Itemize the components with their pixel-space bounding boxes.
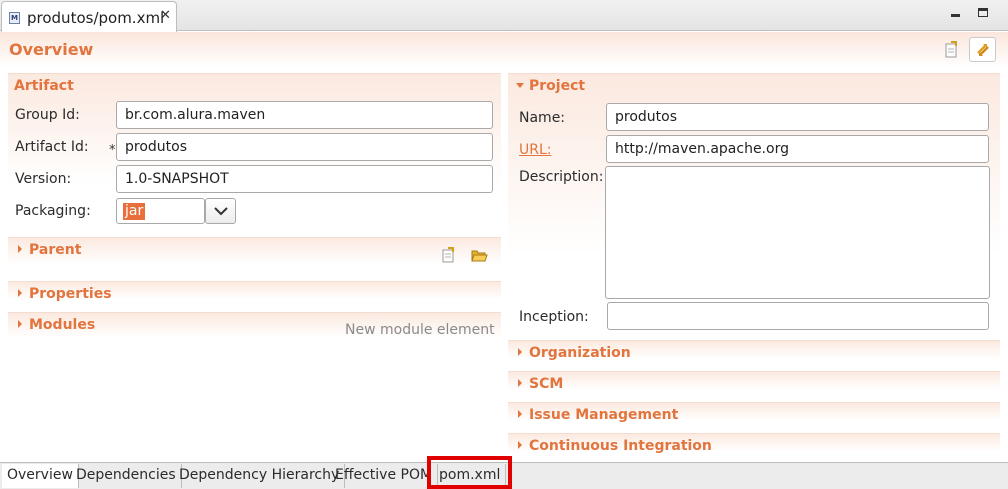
- packaging-value: jar: [123, 203, 146, 220]
- open-parent-pom-icon[interactable]: [945, 41, 959, 58]
- url-link[interactable]: URL:: [519, 142, 552, 158]
- highlight-box: [427, 456, 512, 489]
- modules-section-title: Modules: [29, 317, 96, 333]
- properties-section[interactable]: Properties: [8, 281, 501, 307]
- editor-tab-bar: M produtos/pom.xml ✕: [0, 0, 1008, 32]
- packaging-label: Packaging:: [15, 203, 91, 219]
- version-field[interactable]: 1.0-SNAPSHOT: [116, 165, 493, 193]
- description-field[interactable]: [605, 166, 990, 299]
- maximize-icon[interactable]: [978, 8, 988, 17]
- organization-section[interactable]: Organization: [508, 340, 1000, 366]
- editor-tab-title: produtos/pom.xml: [27, 9, 165, 27]
- required-marker: *: [109, 143, 116, 158]
- inception-field[interactable]: [607, 302, 989, 330]
- collapse-icon[interactable]: [516, 83, 524, 88]
- continuous-integration-section[interactable]: Continuous Integration: [508, 433, 1000, 459]
- tab-overview[interactable]: Overview: [2, 464, 79, 488]
- expand-icon: [518, 348, 522, 356]
- form-header: Overview: [0, 32, 1008, 68]
- minimize-icon[interactable]: [951, 14, 960, 17]
- tab-dependencies[interactable]: Dependencies: [71, 464, 182, 488]
- name-label: Name:: [519, 110, 566, 126]
- expand-icon: [18, 289, 22, 297]
- description-label: Description:: [519, 169, 604, 185]
- expand-icon: [18, 245, 22, 253]
- name-field[interactable]: produtos: [606, 103, 989, 131]
- maven-file-icon: M: [9, 12, 20, 24]
- properties-section-title: Properties: [29, 286, 112, 302]
- chevron-down-icon: [214, 207, 228, 216]
- inception-label: Inception:: [519, 309, 589, 325]
- synchronize-icon: [977, 44, 989, 56]
- close-icon[interactable]: ✕: [160, 8, 171, 23]
- new-module-hint[interactable]: New module element: [345, 322, 495, 338]
- group-id-label: Group Id:: [15, 107, 80, 123]
- expand-icon: [18, 320, 22, 328]
- parent-section[interactable]: Parent: [8, 237, 501, 275]
- select-parent-folder-icon[interactable]: [471, 248, 488, 262]
- expand-icon: [518, 410, 522, 418]
- artifact-id-field[interactable]: produtos: [116, 133, 493, 161]
- open-parent-icon[interactable]: [442, 247, 456, 263]
- page-title: Overview: [9, 40, 94, 59]
- project-section-title: Project: [529, 78, 586, 94]
- issue-management-section[interactable]: Issue Management: [508, 402, 1000, 428]
- parent-section-title: Parent: [29, 242, 82, 258]
- artifact-id-label: Artifact Id:: [15, 139, 89, 155]
- scm-section[interactable]: SCM: [508, 371, 1000, 397]
- packaging-combo[interactable]: jar: [116, 198, 205, 224]
- artifact-section-title: Artifact: [14, 78, 74, 94]
- tab-effective-pom[interactable]: Effective POM: [330, 464, 439, 488]
- issue-management-section-title: Issue Management: [529, 407, 679, 423]
- organization-section-title: Organization: [529, 345, 631, 361]
- expand-icon: [518, 441, 522, 449]
- continuous-integration-section-title: Continuous Integration: [529, 438, 712, 454]
- tab-dependency-hierarchy[interactable]: Dependency Hierarchy: [174, 464, 346, 488]
- editor-tab-pom[interactable]: M produtos/pom.xml ✕: [1, 1, 177, 32]
- url-field[interactable]: http://maven.apache.org: [606, 135, 989, 163]
- packaging-dropdown-button[interactable]: [205, 198, 236, 224]
- expand-icon: [518, 379, 522, 387]
- synchronize-button[interactable]: [969, 37, 996, 62]
- scm-section-title: SCM: [529, 376, 564, 392]
- group-id-field[interactable]: br.com.alura.maven: [116, 101, 493, 129]
- version-label: Version:: [15, 171, 72, 187]
